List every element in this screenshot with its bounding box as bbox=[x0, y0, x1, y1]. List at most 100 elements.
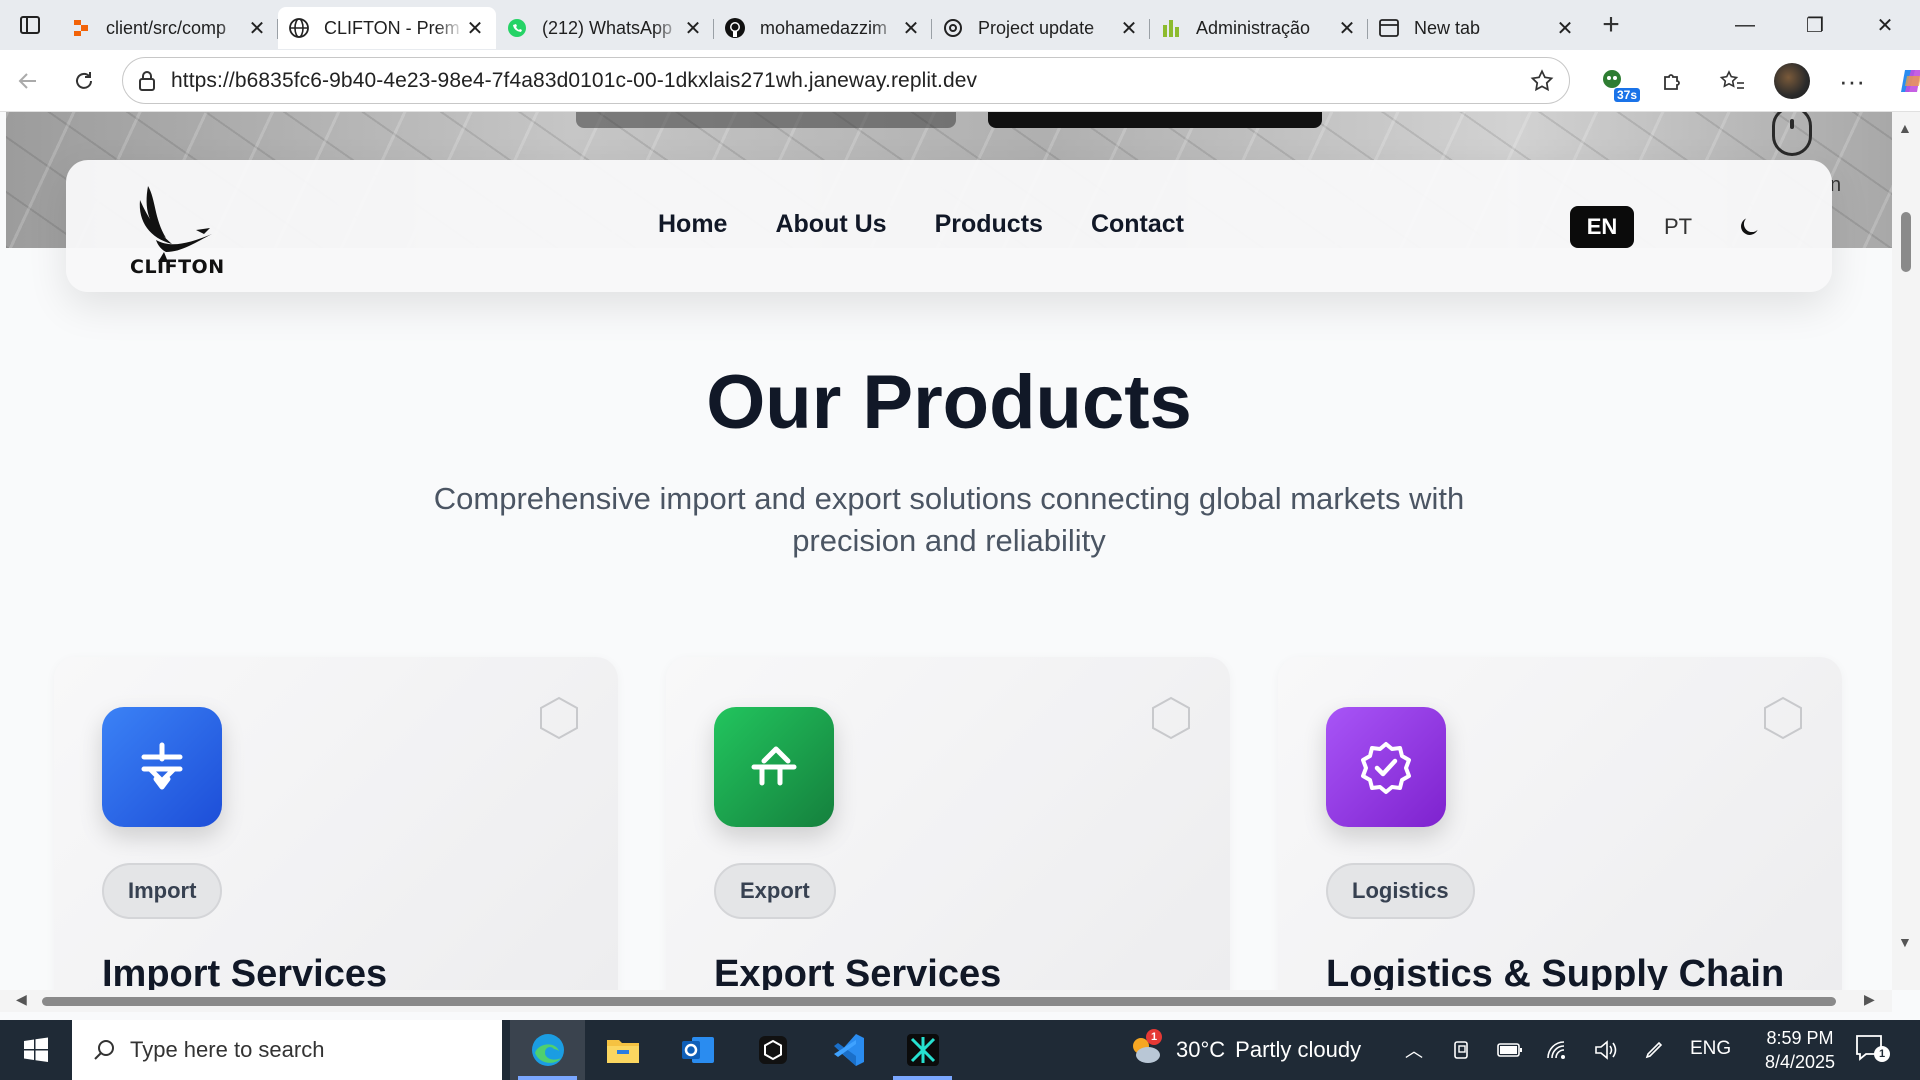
product-card-logistics[interactable]: Logistics Logistics & Supply Chain bbox=[1278, 657, 1842, 990]
product-title: Export Services bbox=[714, 953, 1002, 990]
scroll-indicator-icon bbox=[1772, 112, 1812, 156]
globe-icon bbox=[288, 17, 310, 39]
hero-secondary-button[interactable] bbox=[576, 112, 956, 128]
hero-primary-button[interactable] bbox=[988, 112, 1322, 128]
nav-link-contact[interactable]: Contact bbox=[1091, 210, 1184, 239]
taskbar-edge[interactable] bbox=[510, 1020, 585, 1080]
close-tab-icon[interactable]: ✕ bbox=[1554, 17, 1576, 40]
lang-en-button[interactable]: EN bbox=[1570, 206, 1634, 248]
close-tab-icon[interactable]: ✕ bbox=[246, 17, 268, 40]
battery-icon[interactable] bbox=[1486, 1042, 1534, 1058]
browser-tab[interactable]: Administração ✕ bbox=[1150, 7, 1368, 49]
puzzle-icon bbox=[1664, 74, 1680, 90]
taskbar-clock[interactable]: 8:59 PM 8/4/2025 bbox=[1752, 1026, 1848, 1074]
scroll-up-arrow-icon[interactable]: ▲ bbox=[1898, 120, 1912, 136]
reload-button[interactable] bbox=[56, 56, 112, 106]
nav-link-products[interactable]: Products bbox=[935, 210, 1043, 239]
close-window-button[interactable]: ✕ bbox=[1850, 0, 1920, 50]
browser-tab[interactable]: client/src/comp ✕ bbox=[60, 7, 278, 49]
tab-actions-button[interactable] bbox=[0, 0, 60, 50]
hexagon-decor-icon bbox=[1152, 696, 1190, 740]
clock-time: 8:59 PM bbox=[1766, 1028, 1834, 1048]
product-title: Logistics & Supply Chain bbox=[1326, 953, 1785, 990]
chevron-up-icon[interactable]: ︿ bbox=[1390, 1037, 1438, 1063]
section-title: Our Products bbox=[706, 360, 1192, 445]
tab-label: mohamedazzim bbox=[760, 17, 888, 38]
taskbar-file-explorer[interactable] bbox=[585, 1020, 660, 1080]
product-tag: Import bbox=[102, 863, 223, 919]
tab-label: (212) WhatsApp bbox=[542, 17, 673, 38]
product-card-import[interactable]: Import Import Services bbox=[54, 657, 618, 990]
browser-tab[interactable]: mohamedazzim ✕ bbox=[714, 7, 932, 49]
theme-toggle-button[interactable] bbox=[1734, 212, 1764, 242]
product-card-export[interactable]: Export Export Services bbox=[666, 657, 1230, 990]
lang-pt-button[interactable]: PT bbox=[1646, 206, 1710, 248]
product-tag: Export bbox=[714, 863, 836, 919]
input-language[interactable]: ENG bbox=[1690, 1038, 1731, 1060]
language-switcher: EN PT bbox=[1570, 206, 1710, 248]
wifi-icon[interactable] bbox=[1534, 1040, 1582, 1060]
browser-tab-bar: client/src/comp ✕ CLIFTON - Prem ✕ (212)… bbox=[0, 0, 1920, 50]
browser-tab[interactable]: New tab ✕ bbox=[1368, 7, 1586, 49]
back-arrow-icon bbox=[18, 72, 36, 89]
weather-widget[interactable]: 1 30°C Partly cloudy bbox=[1128, 1020, 1361, 1080]
back-button[interactable] bbox=[0, 56, 56, 106]
tab-label: Administração bbox=[1196, 17, 1311, 38]
taskbar-outlook[interactable] bbox=[660, 1020, 735, 1080]
browser-tab-active[interactable]: CLIFTON - Prem ✕ bbox=[278, 7, 496, 49]
meet-now-icon[interactable] bbox=[1438, 1039, 1486, 1061]
copilot-button[interactable] bbox=[1882, 56, 1920, 106]
close-tab-icon[interactable]: ✕ bbox=[464, 17, 486, 40]
new-tab-button[interactable]: + bbox=[1586, 0, 1636, 50]
tab-actions-icon bbox=[20, 16, 40, 34]
badge-check-icon bbox=[1326, 707, 1446, 827]
minimize-button[interactable]: — bbox=[1710, 0, 1780, 50]
profile-button[interactable] bbox=[1762, 56, 1822, 106]
close-tab-icon[interactable]: ✕ bbox=[1118, 17, 1140, 40]
scroll-down-arrow-icon[interactable]: ▼ bbox=[1898, 934, 1912, 950]
pen-icon[interactable] bbox=[1630, 1039, 1678, 1061]
browser-tab[interactable]: (212) WhatsApp ✕ bbox=[496, 7, 714, 49]
vertical-scroll-thumb[interactable] bbox=[1901, 212, 1911, 272]
close-tab-icon[interactable]: ✕ bbox=[900, 17, 922, 40]
search-icon bbox=[94, 1040, 114, 1060]
scroll-left-arrow-icon[interactable]: ◀ bbox=[16, 991, 27, 1008]
extensions-button[interactable] bbox=[1642, 56, 1702, 106]
lock-icon[interactable] bbox=[137, 70, 157, 92]
close-tab-icon[interactable]: ✕ bbox=[682, 17, 704, 40]
extension-button[interactable]: 37s bbox=[1582, 56, 1642, 106]
restore-button[interactable]: ❐ bbox=[1780, 0, 1850, 50]
more-menu-button[interactable]: ··· bbox=[1822, 56, 1882, 106]
outlook-icon bbox=[681, 1037, 714, 1063]
browser-tab[interactable]: Project update ✕ bbox=[932, 7, 1150, 49]
horizontal-scrollbar[interactable]: ◀ ▶ bbox=[0, 990, 1892, 1012]
start-button[interactable] bbox=[0, 1020, 72, 1080]
tab-label: New tab bbox=[1414, 17, 1481, 38]
favorites-list-icon bbox=[1719, 70, 1744, 89]
nav-link-about[interactable]: About Us bbox=[775, 210, 886, 239]
url-text[interactable]: https://b6835fc6-9b40-4e23-98e4-7f4a83d0… bbox=[171, 69, 977, 93]
admin-icon bbox=[1160, 17, 1182, 39]
vscode-icon bbox=[833, 1034, 864, 1066]
cube-app-icon bbox=[758, 1036, 787, 1064]
volume-icon[interactable] bbox=[1582, 1040, 1630, 1060]
whatsapp-icon bbox=[506, 17, 528, 39]
extension-badge: 37s bbox=[1614, 88, 1641, 102]
taskbar-vscode[interactable] bbox=[810, 1020, 885, 1080]
nav-link-home[interactable]: Home bbox=[658, 210, 727, 239]
main-nav: Home About Us Products Contact bbox=[10, 210, 1832, 239]
scroll-right-arrow-icon[interactable]: ▶ bbox=[1864, 991, 1875, 1008]
favorites-button[interactable] bbox=[1702, 56, 1762, 106]
taskbar-search[interactable]: Type here to search bbox=[72, 1020, 502, 1080]
notification-center-button[interactable]: 1 bbox=[1854, 1032, 1894, 1068]
taskbar-app-cube[interactable] bbox=[735, 1020, 810, 1080]
favorite-star-icon[interactable] bbox=[1529, 68, 1555, 94]
taskbar-cursor-app[interactable] bbox=[885, 1020, 960, 1080]
vertical-scrollbar[interactable]: ▲ ▼ bbox=[1892, 112, 1920, 990]
replit-icon bbox=[70, 17, 92, 39]
folder-icon bbox=[606, 1040, 639, 1063]
close-tab-icon[interactable]: ✕ bbox=[1336, 17, 1358, 40]
section-subtitle: Comprehensive import and export solution… bbox=[433, 481, 1465, 558]
address-bar[interactable]: https://b6835fc6-9b40-4e23-98e4-7f4a83d0… bbox=[122, 57, 1570, 104]
horizontal-scroll-thumb[interactable] bbox=[42, 997, 1836, 1006]
